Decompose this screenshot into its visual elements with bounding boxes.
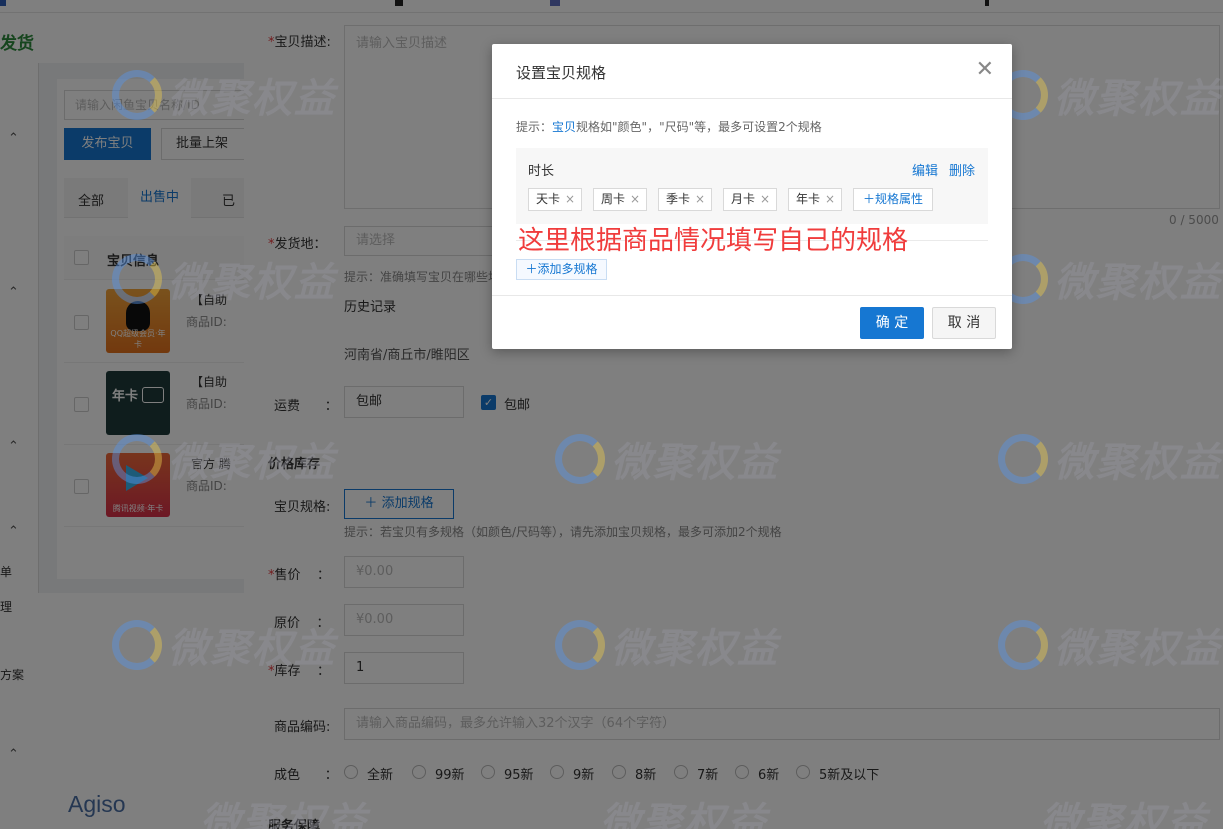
spec-group: 时长 编辑 删除 天卡 × 周卡 × 季卡 × 月卡 × 年卡 × ＋规格属性 [516,148,988,224]
confirm-button[interactable]: 确 定 [860,307,924,339]
spec-tag[interactable]: 年卡 × [788,188,842,211]
spec-tag[interactable]: 季卡 × [658,188,712,211]
add-spec-attr-button[interactable]: ＋规格属性 [853,188,933,211]
add-multi-spec-button[interactable]: ＋添加多规格 [516,259,607,280]
delete-spec-link[interactable]: 删除 [949,160,975,179]
close-icon[interactable]: ✕ [976,59,994,81]
spec-tag[interactable]: 周卡 × [593,188,647,211]
modal-tip: 提示：宝贝规格如"颜色"，"尺码"等，最多可设置2个规格 [516,120,822,134]
spec-tag[interactable]: 月卡 × [723,188,777,211]
edit-spec-link[interactable]: 编辑 [912,160,938,179]
annotation-text: 这里根据商品情况填写自己的规格 [518,226,909,256]
cancel-button[interactable]: 取 消 [932,307,996,339]
divider [492,295,1012,296]
remove-tag-icon[interactable]: × [825,189,835,210]
divider [492,98,1012,99]
remove-tag-icon[interactable]: × [565,189,575,210]
tip-link[interactable]: 宝贝 [552,120,576,134]
spec-modal: 设置宝贝规格 ✕ 提示：宝贝规格如"颜色"，"尺码"等，最多可设置2个规格 时长… [492,44,1012,349]
remove-tag-icon[interactable]: × [760,189,770,210]
remove-tag-icon[interactable]: × [630,189,640,210]
spec-name: 时长 [528,164,555,179]
spec-tag[interactable]: 天卡 × [528,188,582,211]
modal-title: 设置宝贝规格 [516,64,607,82]
plus-icon: ＋ [525,262,538,276]
remove-tag-icon[interactable]: × [695,189,705,210]
plus-icon: ＋ [862,192,875,206]
